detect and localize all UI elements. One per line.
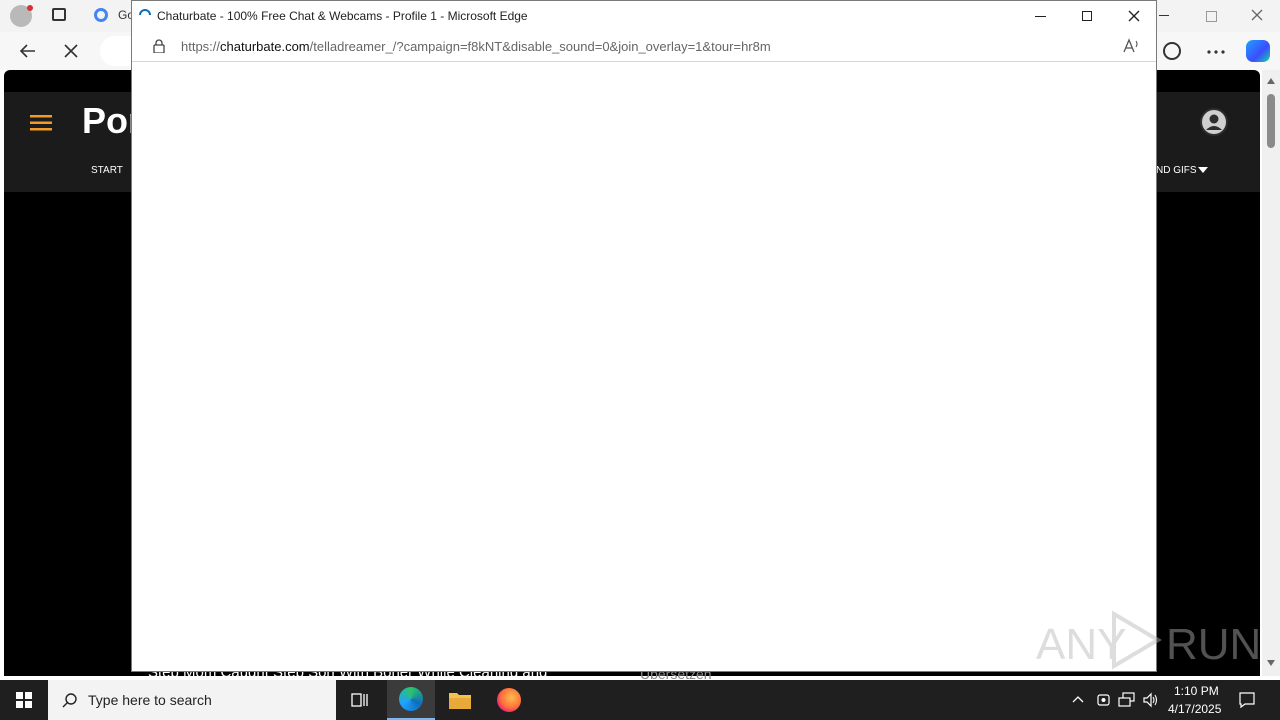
- taskbar: Type here to search 1:10 PM 4/17/2025: [0, 680, 1280, 720]
- hamburger-menu-icon[interactable]: [30, 114, 52, 132]
- nav-start[interactable]: START: [91, 165, 123, 176]
- play-icon: [1106, 610, 1166, 670]
- url-path: /telladreamer_/?campaign=f8kNT&disable_s…: [309, 39, 771, 54]
- search-icon: [62, 692, 78, 708]
- account-icon[interactable]: [1200, 108, 1228, 136]
- popup-window[interactable]: Chaturbate - 100% Free Chat & Webcams - …: [131, 0, 1157, 672]
- popup-title-bar[interactable]: Chaturbate - 100% Free Chat & Webcams - …: [132, 1, 1156, 31]
- scroll-down-icon[interactable]: [1267, 660, 1275, 666]
- lock-icon[interactable]: [153, 39, 165, 53]
- url-field-edge[interactable]: [100, 36, 132, 66]
- network-icon[interactable]: [1118, 692, 1136, 708]
- google-icon: [94, 8, 108, 22]
- volume-icon[interactable]: [1142, 692, 1160, 708]
- page-scrollbar[interactable]: [1262, 70, 1280, 676]
- firefox-icon[interactable]: [497, 688, 521, 712]
- copilot-icon[interactable]: [1246, 40, 1270, 62]
- popup-address-bar[interactable]: https://chaturbate.com/telladreamer_/?ca…: [132, 31, 1156, 62]
- anyrun-watermark: ANY RUN: [1036, 610, 1261, 670]
- more-icon[interactable]: [1206, 50, 1226, 54]
- clock-time[interactable]: 1:10 PM: [1174, 684, 1219, 698]
- start-button[interactable]: [0, 680, 48, 720]
- popup-close-icon[interactable]: [1127, 9, 1141, 23]
- meet-now-icon[interactable]: [1096, 692, 1112, 708]
- url-prefix: https://: [181, 39, 221, 54]
- restore-icon[interactable]: [1206, 11, 1217, 22]
- read-aloud-icon[interactable]: [1122, 37, 1140, 55]
- url-domain: chaturbate.com: [220, 39, 310, 54]
- taskbar-search-box[interactable]: Type here to search: [48, 680, 336, 720]
- tray-chevron-up-icon[interactable]: [1072, 695, 1084, 703]
- popup-minimize-icon[interactable]: [1035, 16, 1046, 17]
- chevron-down-icon: [1198, 167, 1208, 173]
- task-view-icon[interactable]: [350, 690, 370, 710]
- tab-actions-icon[interactable]: [52, 8, 66, 21]
- nav-gifs[interactable]: ND GIFS: [1156, 165, 1197, 176]
- search-placeholder: Type here to search: [88, 692, 212, 708]
- minimize-icon[interactable]: [1159, 15, 1169, 16]
- edge-icon: [399, 687, 423, 711]
- extension-icon[interactable]: [1163, 42, 1181, 60]
- windows-icon: [16, 692, 32, 708]
- watermark-right: RUN: [1166, 620, 1262, 669]
- stop-icon[interactable]: [63, 43, 79, 59]
- clock-date[interactable]: 4/17/2025: [1168, 702, 1221, 716]
- scroll-up-icon[interactable]: [1267, 78, 1275, 84]
- notifications-icon[interactable]: [1238, 691, 1256, 709]
- back-icon[interactable]: [18, 42, 38, 60]
- notification-dot: [27, 5, 33, 11]
- popup-title-text: Chaturbate - 100% Free Chat & Webcams - …: [157, 9, 528, 23]
- popup-content: [132, 62, 1156, 671]
- loading-spinner-icon: [138, 8, 152, 22]
- close-icon[interactable]: [1250, 8, 1264, 22]
- file-explorer-icon[interactable]: [448, 690, 472, 710]
- popup-url[interactable]: https://chaturbate.com/telladreamer_/?ca…: [181, 39, 771, 54]
- scroll-thumb[interactable]: [1267, 94, 1275, 148]
- popup-maximize-icon[interactable]: [1082, 11, 1092, 21]
- taskbar-edge-app[interactable]: [387, 680, 435, 720]
